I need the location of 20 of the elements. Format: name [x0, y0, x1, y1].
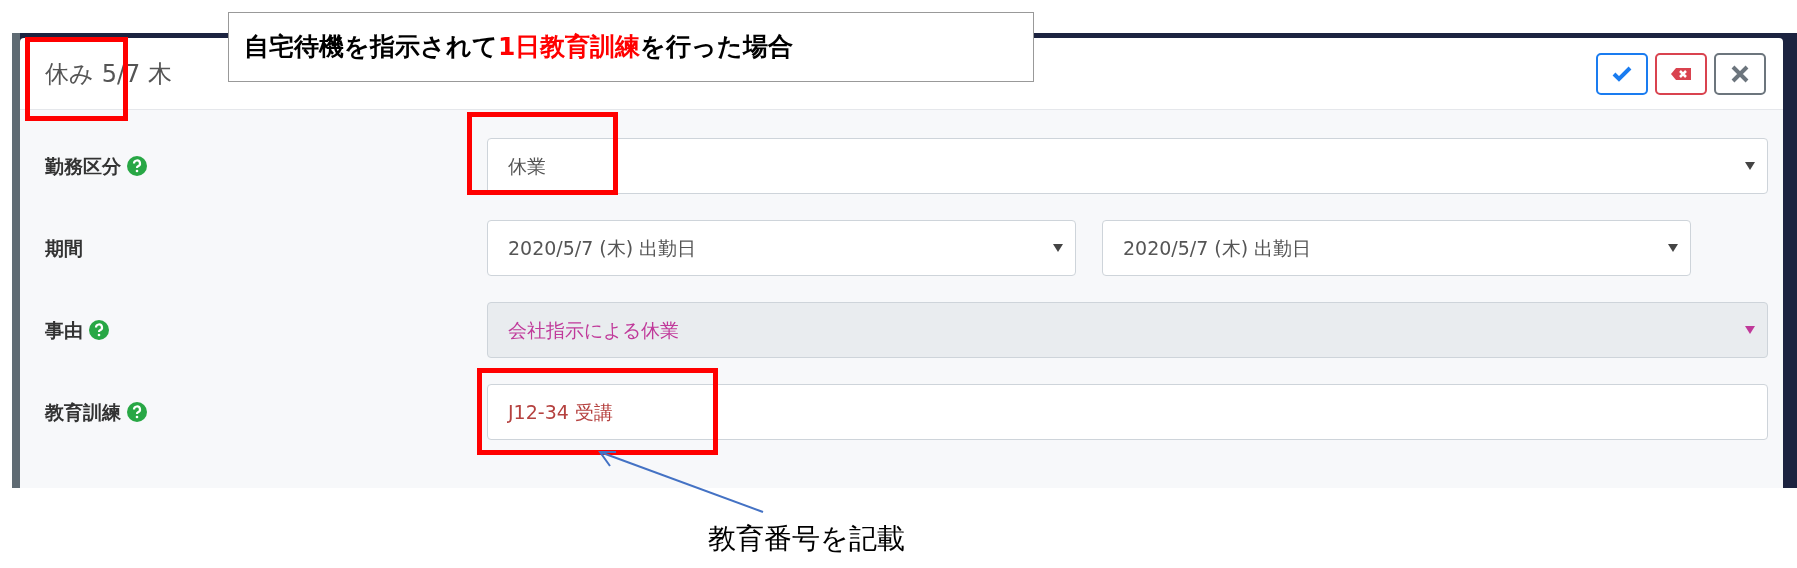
- dropdown[interactable]: 2020/5/7 (木) 出勤日: [1102, 220, 1691, 276]
- caret-icon: [1745, 326, 1755, 334]
- caption: 教育番号を記載: [708, 525, 905, 553]
- field-label: 期間: [45, 235, 83, 261]
- delete-button[interactable]: [1655, 52, 1707, 95]
- caret-icon: [1053, 244, 1063, 252]
- dropdown[interactable]: 2020/5/7 (木) 出勤日: [487, 220, 1076, 276]
- input-field[interactable]: J12-34 受講: [487, 384, 1768, 440]
- confirm-button[interactable]: [1596, 52, 1648, 95]
- field-label: 勤務区分: [45, 153, 121, 179]
- field-label: 事由: [45, 317, 83, 343]
- help-icon[interactable]: [127, 156, 147, 176]
- help-icon[interactable]: [89, 320, 109, 340]
- callout-text: 自宅待機を指示されて1日教育訓練を行った場合: [228, 12, 1034, 82]
- help-icon[interactable]: [127, 402, 147, 422]
- caret-icon: [1745, 162, 1755, 170]
- field-label: 教育訓練: [45, 399, 121, 425]
- dropdown[interactable]: 休業: [487, 138, 1768, 194]
- close-button[interactable]: [1714, 52, 1766, 95]
- caret-icon: [1668, 244, 1678, 252]
